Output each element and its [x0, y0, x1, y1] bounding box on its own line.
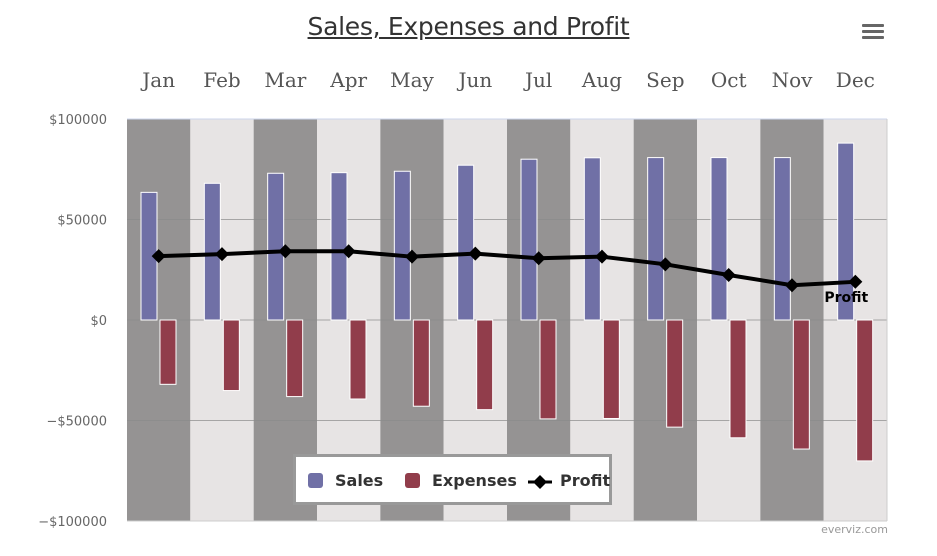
x-tick-label: Sep	[646, 68, 684, 92]
x-tick-label: Aug	[581, 68, 622, 92]
x-tick-label: Jul	[523, 68, 552, 92]
sales-bar	[457, 164, 475, 321]
y-tick-label: $0	[90, 314, 107, 329]
expenses-bar	[159, 319, 177, 385]
profit-series-label: Profit	[824, 290, 868, 306]
sales-bar	[710, 157, 728, 321]
legend-label-profit: Profit	[560, 471, 611, 490]
sales-bar	[647, 157, 665, 321]
y-tick-label: −$50000	[46, 415, 107, 430]
x-tick-label: Jun	[456, 68, 492, 92]
sales-bar	[773, 157, 791, 321]
expenses-bar	[602, 319, 620, 419]
x-tick-label: Feb	[203, 68, 240, 92]
legend-swatch-sales	[308, 473, 323, 488]
expenses-bar	[286, 319, 304, 398]
x-tick-label: May	[390, 68, 434, 92]
y-tick-label: $50000	[57, 214, 107, 229]
expenses-bar	[349, 319, 367, 400]
legend-item-expenses[interactable]: Expenses	[405, 471, 517, 490]
legend-label-sales: Sales	[335, 471, 384, 490]
sales-bar	[583, 157, 601, 321]
x-tick-label: Apr	[329, 68, 367, 92]
expenses-bar	[729, 319, 747, 439]
x-tick-label: Nov	[772, 68, 814, 92]
sales-bar	[330, 172, 348, 321]
legend-swatch-expenses	[405, 473, 420, 488]
expenses-bar	[792, 319, 810, 450]
x-tick-label: Mar	[264, 68, 306, 92]
expenses-bar	[856, 319, 874, 462]
x-tick-label: Oct	[711, 68, 747, 92]
x-tick-label: Dec	[836, 68, 875, 92]
legend-item-profit[interactable]: Profit	[528, 471, 610, 490]
y-tick-label: $100000	[49, 113, 107, 128]
expenses-bar	[476, 319, 494, 411]
sales-bar	[393, 170, 411, 321]
y-tick-label: −$100000	[38, 515, 107, 530]
credits-link[interactable]: everviz.com	[821, 523, 888, 536]
legend-label-expenses: Expenses	[432, 471, 517, 490]
expenses-bar	[666, 319, 684, 428]
expenses-bar	[222, 319, 240, 392]
legend-profit-marker-icon	[528, 474, 552, 489]
sales-bar	[267, 172, 285, 321]
x-tick-label: Jan	[140, 68, 175, 92]
expenses-bar	[412, 319, 430, 407]
legend-item-sales[interactable]: Sales	[308, 471, 383, 490]
sales-bar	[520, 158, 538, 321]
chart-legend: Sales Expenses Profit	[293, 454, 612, 505]
expenses-bar	[539, 319, 557, 420]
